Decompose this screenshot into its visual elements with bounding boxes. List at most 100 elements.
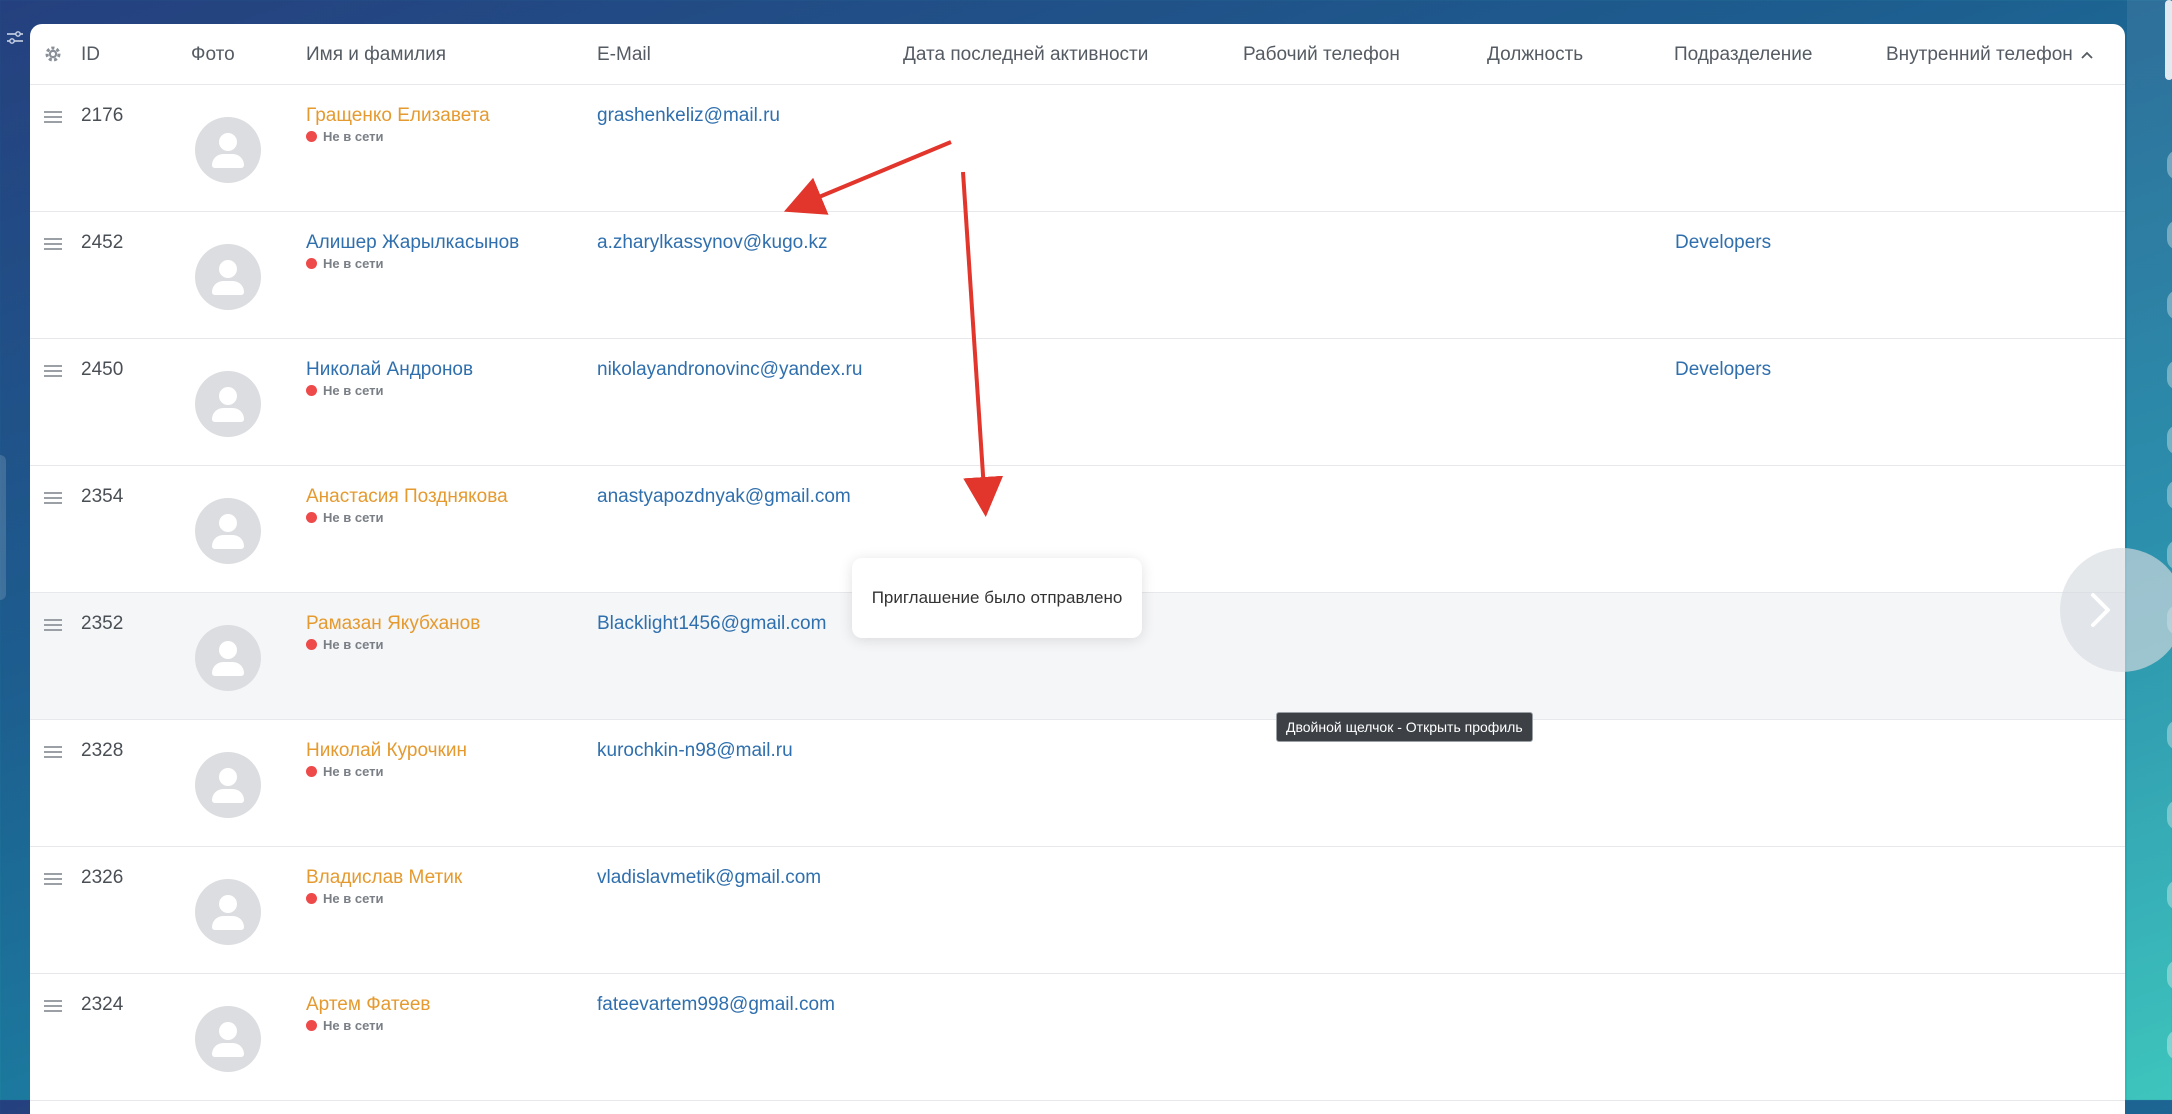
employee-name-link[interactable]: Анастасия Позднякова [306,486,508,508]
email-link[interactable]: kurochkin-n98@mail.ru [597,740,793,762]
avatar[interactable] [195,879,261,945]
status-text: Не в сети [323,510,384,525]
row-id: 2324 [81,994,124,1015]
offline-dot-icon [306,385,317,396]
sidebar-avatar[interactable] [2167,480,2172,510]
offline-dot-icon [306,258,317,269]
sidebar-avatar[interactable] [2167,220,2172,250]
table-row[interactable]: 2452 Алишер Жарылкасынов Не в сети a.zharyl… [30,212,2125,339]
row-id: 2326 [81,867,124,888]
column-header-name[interactable]: Имя и фамилия [306,44,446,66]
sidebar-avatar[interactable] [2167,540,2172,570]
sidebar-avatar[interactable] [2167,290,2172,320]
user-placeholder-icon [219,514,237,532]
status-text: Не в сети [323,637,384,652]
drag-handle-icon[interactable] [44,238,62,250]
drag-handle-icon[interactable] [44,111,62,123]
employee-name-link[interactable]: Гращенко Елизавета [306,105,490,127]
status-badge: Не в сети [306,891,383,906]
row-id: 2450 [81,359,124,380]
status-badge: Не в сети [306,637,383,652]
offline-dot-icon [306,1020,317,1031]
status-text: Не в сети [323,256,384,271]
employee-name-link[interactable]: Артем Фатеев [306,994,431,1016]
offline-dot-icon [306,893,317,904]
row-id: 2176 [81,105,124,126]
email-link[interactable]: a.zharylkassynov@kugo.kz [597,232,828,254]
sidebar-avatar[interactable] [2167,1030,2172,1060]
avatar[interactable] [195,371,261,437]
offline-dot-icon [306,766,317,777]
user-placeholder-body [212,408,244,422]
table-row[interactable]: 2328 Николай Курочкин Не в сети kurochkin-n… [30,720,2125,847]
table-row[interactable]: 2324 Артем Фатеев Не в сети fateevartem998@… [30,974,2125,1101]
left-sidebar-strip [0,0,30,1100]
sidebar-avatar[interactable] [2167,960,2172,990]
avatar[interactable] [195,752,261,818]
table-row[interactable]: 2176 Гращенко Елизавета Не в сети grashenke… [30,85,2125,212]
user-placeholder-body [212,1043,244,1057]
department-link[interactable]: Developers [1675,232,1771,254]
department-link[interactable]: Developers [1675,359,1771,381]
employee-name-link[interactable]: Рамазан Якубханов [306,613,480,635]
user-placeholder-icon [219,641,237,659]
user-placeholder-body [212,789,244,803]
next-page-button[interactable] [2060,548,2172,672]
email-link[interactable]: nikolayandronovinc@yandex.ru [597,359,862,381]
email-link[interactable]: anastyapozdnyak@gmail.com [597,486,851,508]
email-link[interactable]: grashenkeliz@mail.ru [597,105,780,127]
status-text: Не в сети [323,1018,384,1033]
status-text: Не в сети [323,129,384,144]
user-placeholder-icon [219,133,237,151]
status-badge: Не в сети [306,256,383,271]
sidebar-avatar[interactable] [2167,360,2172,390]
sidebar-avatar[interactable] [2167,720,2172,750]
column-header-position[interactable]: Должность [1487,44,1583,66]
avatar[interactable] [195,117,261,183]
column-header-photo[interactable]: Фото [191,44,235,66]
status-text: Не в сети [323,764,384,779]
drag-handle-icon[interactable] [44,619,62,631]
employee-name-link[interactable]: Николай Курочкин [306,740,467,762]
side-panel-tab[interactable] [0,455,6,600]
status-text: Не в сети [323,891,384,906]
sidebar-avatar[interactable] [2167,425,2172,455]
email-link[interactable]: vladislavmetik@gmail.com [597,867,821,889]
avatar[interactable] [195,1006,261,1072]
drag-handle-icon[interactable] [44,746,62,758]
sidebar-avatar[interactable] [2167,150,2172,180]
chevron-right-icon [2091,593,2110,627]
column-header-id[interactable]: ID [81,44,100,66]
employee-name-link[interactable]: Алишер Жарылкасынов [306,232,519,254]
table-row[interactable]: 2326 Владислав Метик Не в сети vladislavmet… [30,847,2125,974]
avatar[interactable] [195,498,261,564]
email-link[interactable]: fateevartem998@gmail.com [597,994,835,1016]
row-id: 2328 [81,740,124,761]
drag-handle-icon[interactable] [44,492,62,504]
user-placeholder-body [212,535,244,549]
sliders-icon[interactable] [5,28,25,48]
column-header-work-phone[interactable]: Рабочий телефон [1243,44,1400,66]
gear-icon[interactable] [43,44,63,64]
toast-message: Приглашение было отправлено [871,588,1123,607]
employee-name-link[interactable]: Владислав Метик [306,867,462,889]
row-id: 2354 [81,486,124,507]
sidebar-avatar[interactable] [2167,800,2172,830]
drag-handle-icon[interactable] [44,365,62,377]
email-link[interactable]: Blacklight1456@gmail.com [597,613,826,635]
column-header-department[interactable]: Подразделение [1674,44,1812,66]
avatar[interactable] [195,625,261,691]
avatar[interactable] [195,244,261,310]
user-placeholder-icon [219,260,237,278]
status-text: Не в сети [323,383,384,398]
user-placeholder-icon [219,895,237,913]
column-header-last-activity[interactable]: Дата последней активности [903,44,1148,66]
column-header-internal-phone[interactable]: Внутренний телефон [1886,44,2093,66]
drag-handle-icon[interactable] [44,873,62,885]
drag-handle-icon[interactable] [44,1000,62,1012]
sidebar-avatar[interactable] [2167,880,2172,910]
table-row[interactable]: 2450 Николай Андронов Не в сети nikolayandr… [30,339,2125,466]
column-header-email[interactable]: E-Mail [597,44,651,66]
employee-name-link[interactable]: Николай Андронов [306,359,473,381]
offline-dot-icon [306,131,317,142]
